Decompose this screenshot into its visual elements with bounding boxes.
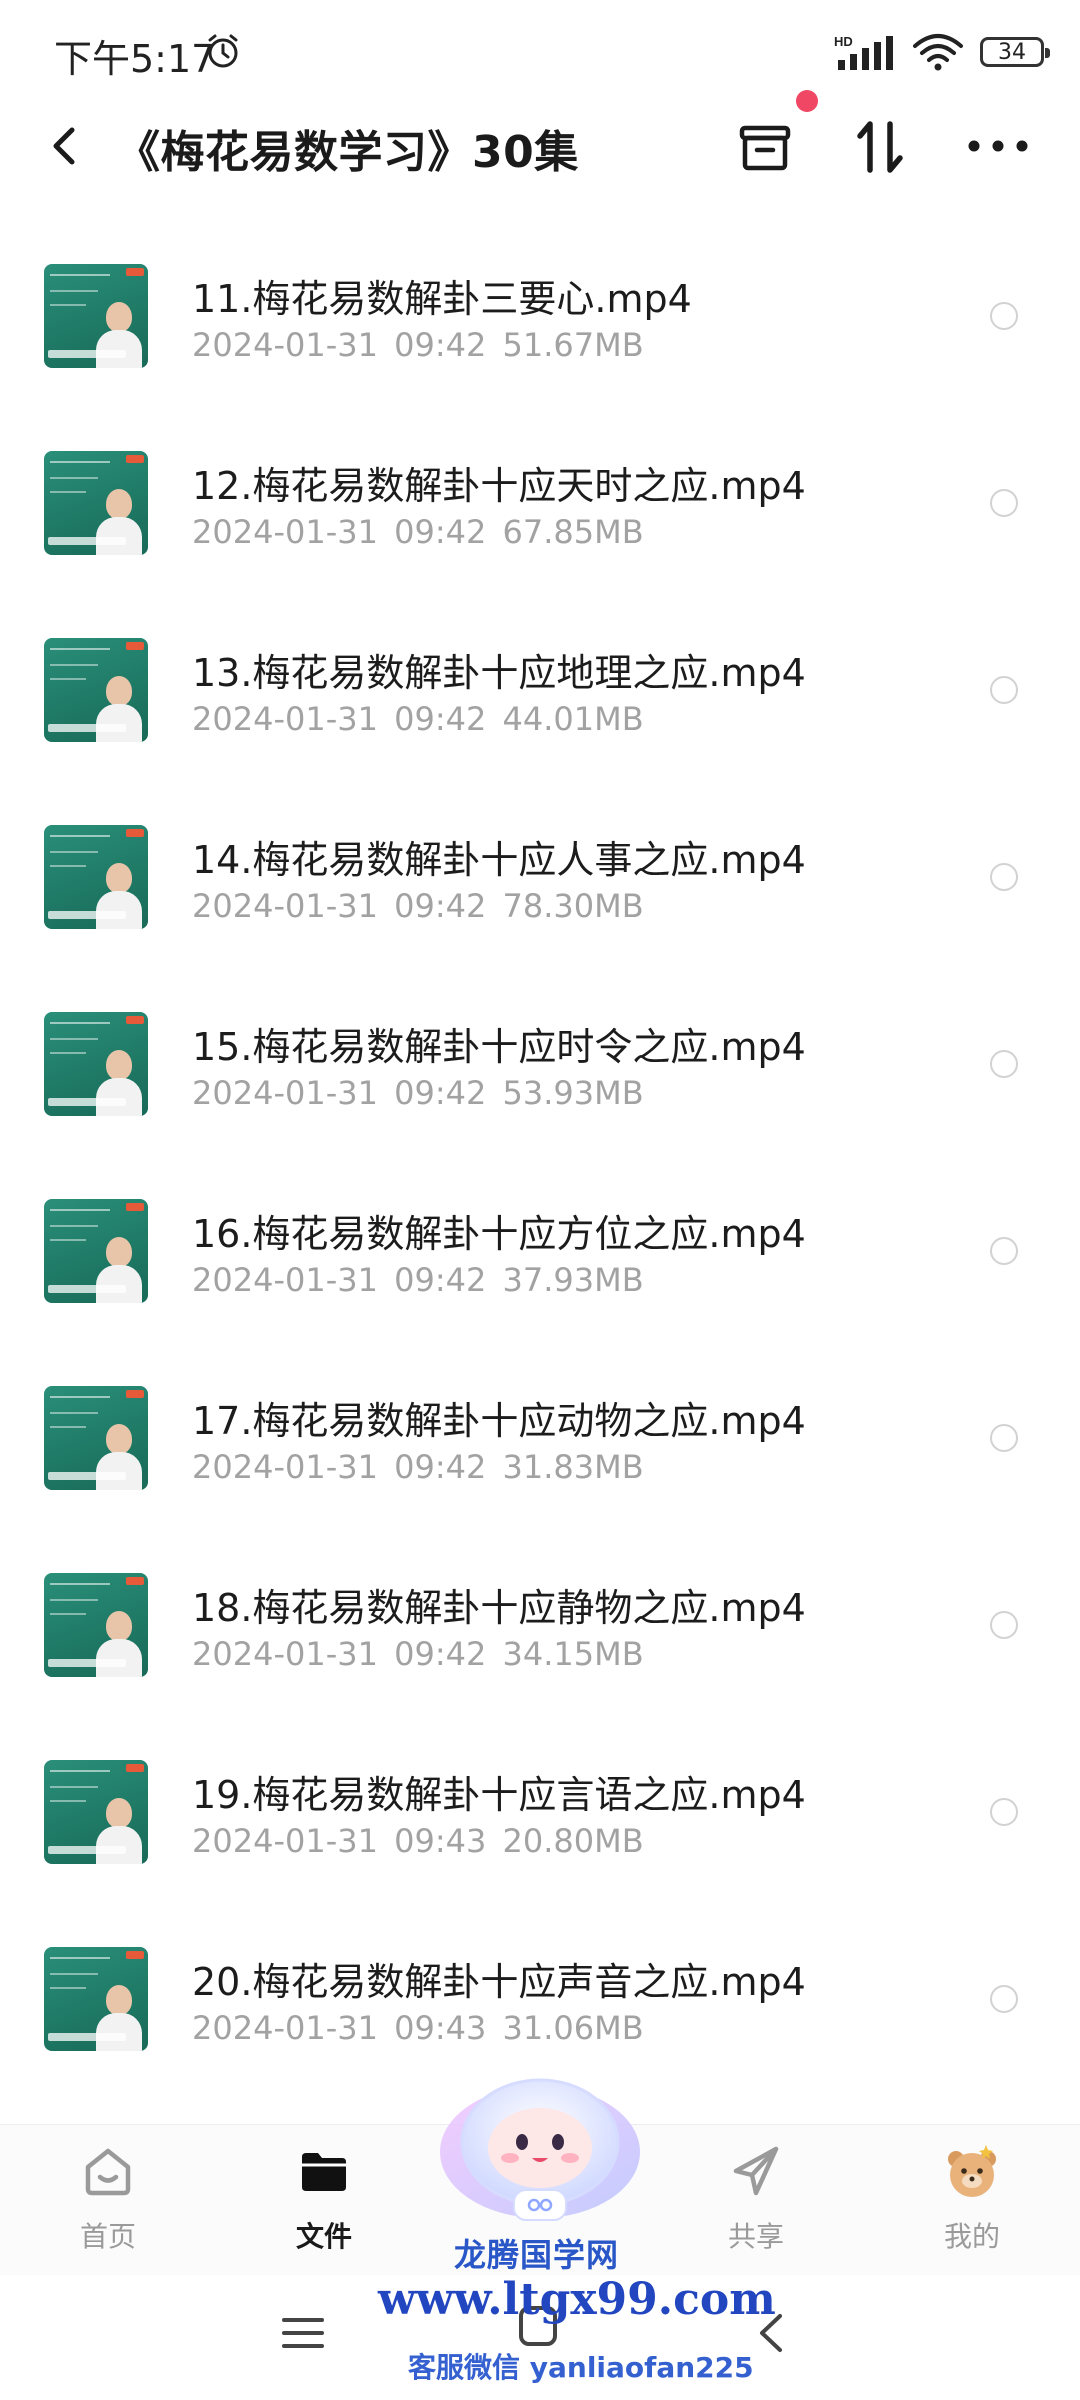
file-meta: 2024-01-31 09:43 20.80MB [192, 1822, 644, 1860]
battery-level: 34 [998, 39, 1026, 65]
app-header: 《梅花易数学习》30集 [0, 100, 1080, 192]
send-icon [733, 2146, 779, 2196]
select-checkbox[interactable] [990, 1798, 1018, 1826]
list-item[interactable]: 18.梅花易数解卦十应静物之应.mp4 2024-01-31 09:42 34.… [0, 1531, 1080, 1718]
video-thumbnail [44, 264, 148, 368]
alarm-icon [208, 34, 238, 68]
signal-icon: HD [834, 34, 893, 70]
select-checkbox[interactable] [990, 863, 1018, 891]
file-meta: 2024-01-31 09:42 78.30MB [192, 887, 644, 925]
bear-avatar-icon [948, 2145, 996, 2197]
status-bar: 下午5:17 HD 34 [0, 0, 1080, 100]
file-name: 17.梅花易数解卦十应动物之应.mp4 [192, 1399, 806, 1443]
select-checkbox[interactable] [990, 1050, 1018, 1078]
tab-share[interactable]: 共享 [686, 2141, 826, 2271]
network-label: HD [834, 34, 853, 49]
list-item[interactable]: 14.梅花易数解卦十应人事之应.mp4 2024-01-31 09:42 78.… [0, 783, 1080, 970]
select-checkbox[interactable] [990, 489, 1018, 517]
select-checkbox[interactable] [990, 1611, 1018, 1639]
battery-indicator: 34 [980, 37, 1050, 67]
video-thumbnail [44, 825, 148, 929]
video-thumbnail [44, 638, 148, 742]
folder-icon [302, 2153, 346, 2191]
file-name: 16.梅花易数解卦十应方位之应.mp4 [192, 1212, 806, 1256]
list-item[interactable]: 13.梅花易数解卦十应地理之应.mp4 2024-01-31 09:42 44.… [0, 596, 1080, 783]
file-name: 11.梅花易数解卦三要心.mp4 [192, 277, 692, 321]
list-item[interactable]: 19.梅花易数解卦十应言语之应.mp4 2024-01-31 09:43 20.… [0, 1718, 1080, 1905]
file-meta: 2024-01-31 09:42 34.15MB [192, 1635, 644, 1673]
file-list: 11.梅花易数解卦三要心.mp4 2024-01-31 09:42 51.67M… [0, 222, 1080, 2092]
file-name: 13.梅花易数解卦十应地理之应.mp4 [192, 651, 806, 695]
video-thumbnail [44, 1386, 148, 1490]
tab-profile[interactable]: 我的 [902, 2141, 1042, 2271]
list-item[interactable]: 15.梅花易数解卦十应时令之应.mp4 2024-01-31 09:42 53.… [0, 970, 1080, 1157]
tab-label: 文件 [295, 2220, 352, 2253]
select-checkbox[interactable] [990, 1237, 1018, 1265]
back-button[interactable] [40, 120, 92, 172]
sort-button[interactable] [852, 118, 908, 176]
file-meta: 2024-01-31 09:42 51.67MB [192, 326, 644, 364]
select-checkbox[interactable] [990, 1424, 1018, 1452]
file-meta: 2024-01-31 09:42 44.01MB [192, 700, 644, 738]
file-meta: 2024-01-31 09:43 31.06MB [192, 2009, 644, 2047]
video-thumbnail [44, 451, 148, 555]
wifi-icon [913, 34, 963, 71]
watermark-url: www.ltgx99.com [378, 2274, 776, 2325]
mascot-image [440, 2078, 640, 2221]
video-thumbnail [44, 1947, 148, 2051]
list-item[interactable]: 12.梅花易数解卦十应天时之应.mp4 2024-01-31 09:42 67.… [0, 409, 1080, 596]
file-meta: 2024-01-31 09:42 37.93MB [192, 1261, 644, 1299]
file-meta: 2024-01-31 09:42 31.83MB [192, 1448, 644, 1486]
nav-recents-button[interactable] [280, 2310, 326, 2356]
status-indicators: HD 34 [834, 30, 1050, 74]
tab-home[interactable]: 首页 [38, 2141, 178, 2271]
archive-button[interactable] [736, 118, 794, 176]
more-options-button[interactable] [966, 128, 1030, 164]
file-name: 12.梅花易数解卦十应天时之应.mp4 [192, 464, 806, 508]
file-name: 18.梅花易数解卦十应静物之应.mp4 [192, 1586, 806, 1630]
notification-dot [796, 90, 818, 112]
select-checkbox[interactable] [990, 1985, 1018, 2013]
video-thumbnail [44, 1012, 148, 1116]
tab-label: 共享 [727, 2220, 784, 2253]
list-item[interactable]: 11.梅花易数解卦三要心.mp4 2024-01-31 09:42 51.67M… [0, 222, 1080, 409]
video-thumbnail [44, 1199, 148, 1303]
page-title: 《梅花易数学习》30集 [116, 127, 579, 178]
file-name: 14.梅花易数解卦十应人事之应.mp4 [192, 838, 806, 882]
file-name: 19.梅花易数解卦十应言语之应.mp4 [192, 1773, 806, 1817]
tab-label: 首页 [79, 2220, 136, 2253]
file-meta: 2024-01-31 09:42 67.85MB [192, 513, 644, 551]
video-thumbnail [44, 1760, 148, 1864]
watermark-brand: 龙腾国学网 [454, 2236, 620, 2274]
tab-label: 我的 [943, 2220, 1000, 2253]
list-item[interactable]: 17.梅花易数解卦十应动物之应.mp4 2024-01-31 09:42 31.… [0, 1344, 1080, 1531]
file-name: 15.梅花易数解卦十应时令之应.mp4 [192, 1025, 806, 1069]
status-time: 下午5:17 [54, 37, 216, 81]
select-checkbox[interactable] [990, 676, 1018, 704]
file-meta: 2024-01-31 09:42 53.93MB [192, 1074, 644, 1112]
tab-files[interactable]: 文件 [254, 2141, 394, 2271]
video-thumbnail [44, 1573, 148, 1677]
select-checkbox[interactable] [990, 302, 1018, 330]
file-name: 20.梅花易数解卦十应声音之应.mp4 [192, 1960, 806, 2004]
home-icon [85, 2148, 131, 2196]
watermark-contact: 客服微信 yanliaofan225 [408, 2351, 754, 2384]
list-item[interactable]: 16.梅花易数解卦十应方位之应.mp4 2024-01-31 09:42 37.… [0, 1157, 1080, 1344]
